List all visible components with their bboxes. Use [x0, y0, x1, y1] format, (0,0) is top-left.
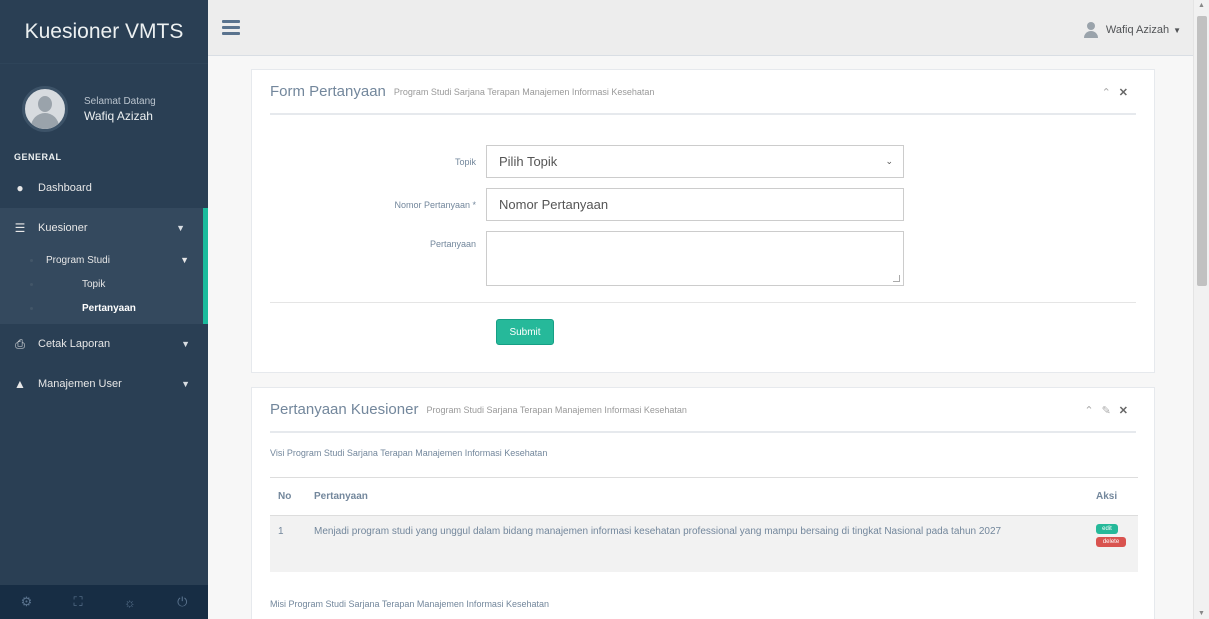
- nomor-label: Nomor Pertanyaan *: [394, 199, 476, 210]
- visi-heading: Visi Program Studi Sarjana Terapan Manaj…: [270, 448, 548, 458]
- sidebar-item-label: Topik: [82, 278, 106, 290]
- settings-icon[interactable]: ⚙: [21, 594, 33, 610]
- nomor-pertanyaan-input[interactable]: Nomor Pertanyaan: [486, 188, 904, 221]
- collapse-icon[interactable]: ⌃: [1102, 86, 1111, 99]
- list-subtitle: Program Studi Sarjana Terapan Manajemen …: [426, 404, 687, 415]
- panel-title: Pertanyaan Kuesioner Program Studi Sarja…: [270, 388, 1136, 433]
- nomor-placeholder: Nomor Pertanyaan: [499, 197, 609, 212]
- close-icon[interactable]: ✕: [1119, 86, 1128, 99]
- sidebar-item-topik[interactable]: Topik: [0, 272, 203, 296]
- sidebar-footer: ⚙ ⛶ ☼ ⏻: [0, 585, 208, 619]
- sidebar-item-pertanyaan[interactable]: Pertanyaan: [0, 296, 203, 320]
- welcome-text: Selamat Datang: [84, 95, 156, 107]
- lock-icon[interactable]: ☼: [124, 595, 136, 610]
- row-pertanyaan: Menjadi program studi yang unggul dalam …: [306, 515, 1088, 572]
- menu-section-label: GENERAL: [14, 152, 62, 162]
- pertanyaan-label: Pertanyaan: [429, 239, 476, 249]
- pertanyaan-row: Pertanyaan: [252, 231, 904, 286]
- column-header-no: No: [270, 477, 306, 516]
- form-title: Form Pertanyaan: [270, 83, 386, 100]
- form-subtitle: Program Studi Sarjana Terapan Manajemen …: [393, 86, 655, 97]
- form-divider: [270, 302, 1136, 303]
- nomor-row: Nomor Pertanyaan * Nomor Pertanyaan: [252, 188, 904, 221]
- column-header-pertanyaan: Pertanyaan: [306, 477, 1088, 516]
- topik-select[interactable]: Pilih Topik ⌄: [486, 145, 904, 178]
- list-panel: Pertanyaan Kuesioner Program Studi Sarja…: [251, 387, 1155, 619]
- column-header-aksi: Aksi: [1088, 477, 1138, 516]
- close-icon[interactable]: ✕: [1119, 404, 1128, 417]
- profile-user-name: Wafiq Azizah: [84, 108, 153, 123]
- sidebar: Kuesioner VMTS Selamat Datang Wafiq Aziz…: [0, 0, 208, 619]
- chevron-down-icon: ▼: [181, 379, 190, 389]
- topik-selected-value: Pilih Topik: [499, 154, 558, 169]
- kuesioner-submenu: Program Studi ▼ Topik Pertanyaan: [0, 248, 208, 324]
- chevron-down-icon: ▼: [176, 223, 185, 233]
- topik-row: Topik Pilih Topik ⌄: [252, 145, 904, 178]
- scroll-up-icon[interactable]: ▲: [1198, 2, 1205, 9]
- user-icon: ▲: [14, 377, 26, 391]
- logout-icon[interactable]: ⏻: [177, 594, 187, 610]
- list-icon: ☰: [14, 221, 26, 235]
- caret-down-icon: ▼: [1173, 25, 1181, 35]
- edit-button[interactable]: edit: [1096, 524, 1118, 534]
- user-icon: [1083, 22, 1098, 38]
- chevron-down-icon: ⌄: [885, 156, 893, 166]
- page-scrollbar[interactable]: ▲ ▼: [1193, 0, 1209, 619]
- sidebar-item-kuesioner[interactable]: ☰ Kuesioner ▼: [0, 208, 208, 248]
- row-no: 1: [270, 515, 306, 572]
- sidebar-item-label: Pertanyaan: [82, 302, 136, 314]
- row-actions: edit delete: [1088, 515, 1138, 572]
- user-menu[interactable]: Wafiq Azizah ▼: [1083, 22, 1181, 38]
- print-icon: ⎙: [15, 336, 25, 351]
- sidebar-item-label: Program Studi: [46, 254, 110, 266]
- chevron-down-icon: ▼: [180, 255, 189, 265]
- sidebar-item-label: Cetak Laporan: [38, 338, 111, 350]
- delete-button[interactable]: delete: [1096, 537, 1126, 547]
- misi-heading: Misi Program Studi Sarjana Terapan Manaj…: [270, 599, 549, 609]
- panel-title: Form Pertanyaan Program Studi Sarjana Te…: [270, 70, 1136, 115]
- sidebar-item-label: Dashboard: [38, 182, 92, 194]
- submit-button[interactable]: Submit: [496, 319, 554, 345]
- sidebar-item-dashboard[interactable]: ● Dashboard: [0, 168, 208, 208]
- pertanyaan-textarea[interactable]: [486, 231, 904, 286]
- avatar: [22, 86, 68, 132]
- table-row: 1 Menjadi program studi yang unggul dala…: [270, 515, 1138, 572]
- brand-title[interactable]: Kuesioner VMTS: [0, 0, 208, 64]
- panel-tools: ⌃ ✎ ✕: [1084, 404, 1128, 417]
- profile-block: Selamat Datang Wafiq Azizah: [0, 64, 208, 144]
- collapse-icon[interactable]: ⌃: [1084, 404, 1093, 417]
- sidebar-item-cetak-laporan[interactable]: ⎙ Cetak Laporan ▼: [0, 324, 208, 364]
- sidebar-item-label: Manajemen User: [38, 378, 122, 390]
- panel-tools: ⌃ ✕: [1102, 86, 1128, 99]
- chevron-down-icon: ▼: [181, 339, 190, 349]
- home-icon: ●: [16, 181, 24, 195]
- scroll-down-icon[interactable]: ▼: [1198, 610, 1205, 617]
- list-title: Pertanyaan Kuesioner: [270, 401, 419, 418]
- questions-table: No Pertanyaan Aksi 1 Menjadi program stu…: [270, 477, 1138, 572]
- fullscreen-icon[interactable]: ⛶: [74, 594, 83, 610]
- topik-label: Topik: [454, 156, 476, 167]
- sidebar-item-program-studi[interactable]: Program Studi ▼: [0, 248, 203, 272]
- sidebar-item-label: Kuesioner: [38, 222, 88, 234]
- top-nav: Wafiq Azizah ▼: [208, 0, 1193, 56]
- form-panel: Form Pertanyaan Program Studi Sarjana Te…: [251, 69, 1155, 373]
- top-user-name: Wafiq Azizah: [1105, 24, 1170, 36]
- menu-toggle-icon[interactable]: [222, 20, 240, 38]
- sidebar-item-manajemen-user[interactable]: ▲ Manajemen User ▼: [0, 364, 208, 404]
- scrollbar-thumb[interactable]: [1197, 16, 1207, 286]
- wrench-icon[interactable]: ✎: [1102, 404, 1111, 417]
